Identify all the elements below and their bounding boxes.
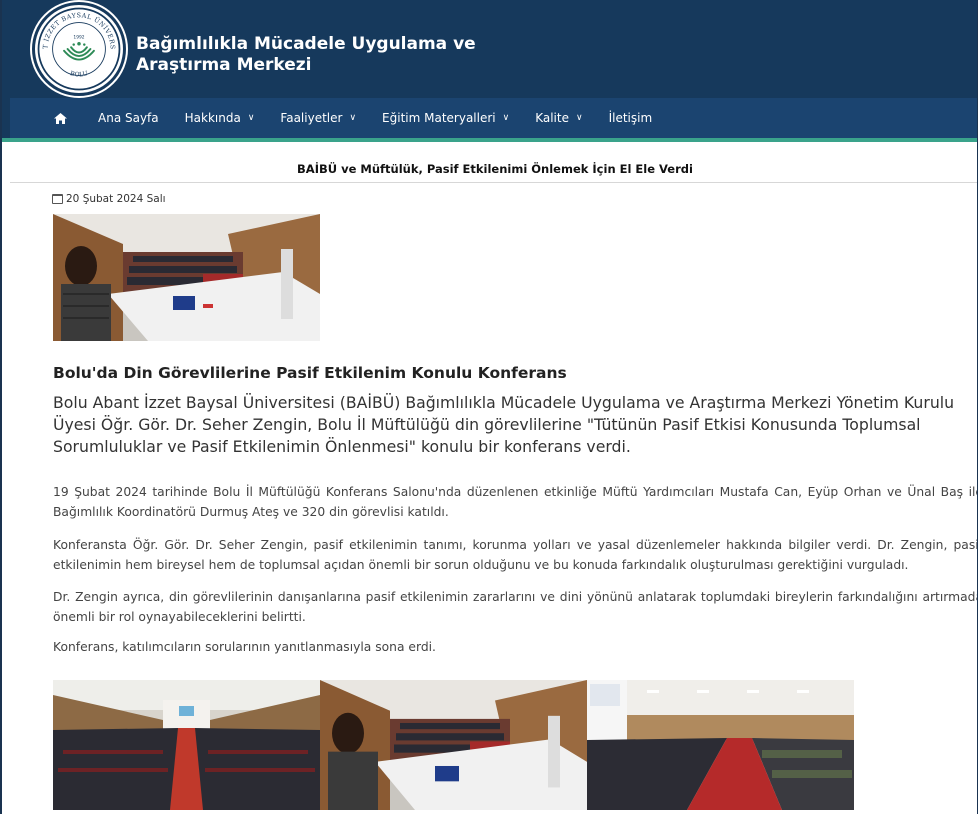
article-subheading: Bolu'da Din Görevlilerine Pasif Etkileni… <box>53 364 567 382</box>
nav-item-kalite[interactable]: Kalite ∨ <box>522 98 595 138</box>
site-title-line-1: Bağımlılıkla Mücadele Uygulama ve <box>136 34 476 54</box>
conference-photo-speaker <box>53 214 320 341</box>
article-paragraph: Konferans, katılımcıların sorularının ya… <box>53 640 436 654</box>
nav-item-hakkinda[interactable]: Hakkında ∨ <box>172 98 268 138</box>
article-date-text: 20 Şubat 2024 Salı <box>66 193 166 205</box>
article-lead: Bolu Abant İzzet Baysal Üniversitesi (BA… <box>53 393 955 456</box>
chevron-down-icon: ∨ <box>575 113 583 123</box>
nav-item-ana-sayfa[interactable]: Ana Sayfa <box>85 98 172 138</box>
chevron-down-icon: ∨ <box>247 113 255 123</box>
university-logo[interactable]: ABANT İZZET BAYSAL ÜNİVERSİTESİ BOLU 199… <box>31 0 126 96</box>
site-title-line-2: Araştırma Merkezi <box>136 55 312 75</box>
gallery-photo-2[interactable] <box>320 680 587 810</box>
article-paragraph: Dr. Zengin ayrıca, din görevlilerinin da… <box>53 590 978 624</box>
header-accent-line <box>2 138 977 142</box>
article-main-photo[interactable] <box>53 214 320 341</box>
article-paragraph: Konferansta Öğr. Gör. Dr. Seher Zengin, … <box>53 538 978 572</box>
conference-photo-audience <box>587 680 854 810</box>
page-frame: ABANT İZZET BAYSAL ÜNİVERSİTESİ BOLU 199… <box>0 0 978 814</box>
nav-item-faaliyetler[interactable]: Faaliyetler ∨ <box>267 98 369 138</box>
conference-photo-hall <box>53 680 320 810</box>
university-seal-icon: ABANT İZZET BAYSAL ÜNİVERSİTESİ BOLU 199… <box>31 0 121 91</box>
site-title[interactable]: Bağımlılıkla Mücadele Uygulama ve Araştı… <box>136 34 476 76</box>
svg-text:1992: 1992 <box>73 34 84 40</box>
home-icon <box>54 112 67 124</box>
gallery-photo-1[interactable] <box>53 680 320 810</box>
chevron-down-icon: ∨ <box>349 113 357 123</box>
article-date: 20 Şubat 2024 Salı <box>52 193 166 205</box>
gallery-photo-3[interactable] <box>587 680 854 810</box>
nav-home-button[interactable] <box>10 98 85 138</box>
article-title: BAİBÜ ve Müftülük, Pasif Etkilenimi Önle… <box>10 155 977 183</box>
nav-item-egitim-materyalleri[interactable]: Eğitim Materyalleri ∨ <box>369 98 522 138</box>
calendar-icon <box>52 194 63 204</box>
conference-photo-speaker <box>320 680 587 810</box>
nav-item-iletisim[interactable]: İletişim <box>596 98 666 138</box>
main-nav: Ana Sayfa Hakkında ∨ Faaliyetler ∨ Eğiti… <box>10 98 977 138</box>
chevron-down-icon: ∨ <box>502 113 510 123</box>
article-paragraph: 19 Şubat 2024 tarihinde Bolu İl Müftülüğ… <box>53 485 978 519</box>
site-header: ABANT İZZET BAYSAL ÜNİVERSİTESİ BOLU 199… <box>2 0 977 142</box>
